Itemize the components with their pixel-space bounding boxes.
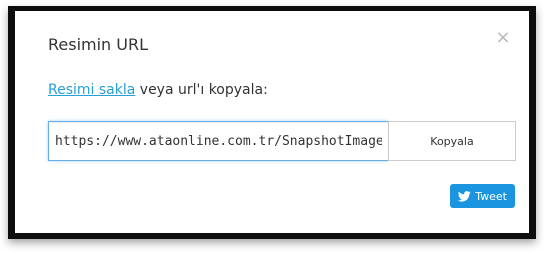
description-text: veya url'ı kopyala: bbox=[135, 82, 268, 98]
modal-description: Resimi sakla veya url'ı kopyala: bbox=[48, 82, 268, 98]
tweet-label: Tweet bbox=[475, 189, 507, 203]
close-icon[interactable]: × bbox=[495, 27, 510, 48]
twitter-bird-icon bbox=[458, 190, 472, 202]
image-url-modal: Resimin URL × Resimi sakla veya url'ı ko… bbox=[15, 11, 529, 233]
url-input-group: Kopyala bbox=[48, 121, 516, 161]
copy-button[interactable]: Kopyala bbox=[388, 121, 516, 161]
close-button[interactable]: × bbox=[494, 29, 512, 47]
save-image-link[interactable]: Resimi sakla bbox=[48, 82, 135, 98]
url-input[interactable] bbox=[48, 121, 388, 161]
modal-title: Resimin URL bbox=[48, 35, 149, 54]
tweet-button[interactable]: Tweet bbox=[450, 184, 515, 208]
